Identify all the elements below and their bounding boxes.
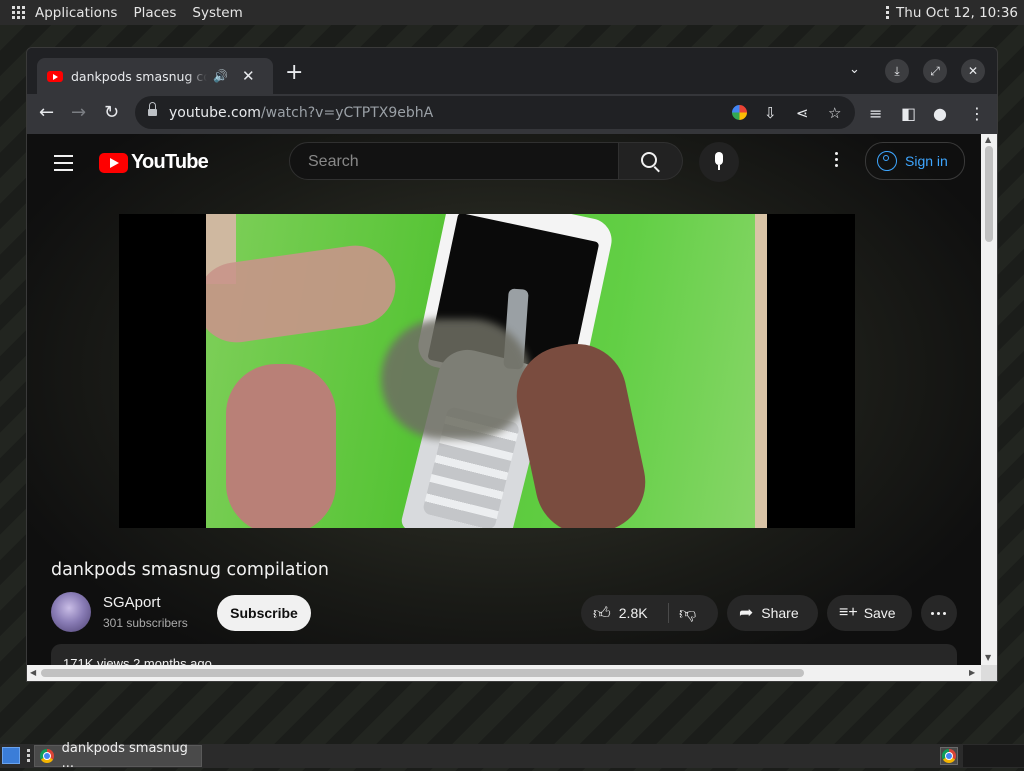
video-title: dankpods smasnug compilation [51,560,329,580]
sign-in-button[interactable]: Sign in [865,142,965,180]
clock-area: Thu Oct 12, 10:36 [886,0,1018,25]
thumbs-down-icon[interactable]: 👎︎ [679,603,696,624]
side-panel-icon[interactable]: ◧ [901,104,916,123]
tab-title: dankpods smasnug compilation - YouTube [71,68,207,84]
vertical-scroll-thumb[interactable] [985,146,993,242]
url-text[interactable]: youtube.com/watch?v=yCTPTX9ebhA [169,105,433,121]
like-divider [668,603,669,623]
tab-close-icon[interactable]: ✕ [242,67,255,85]
workspace-switcher[interactable] [963,745,1024,767]
channel-avatar[interactable] [51,592,91,632]
tray-chrome-launcher[interactable] [940,747,958,765]
panel-menu-icon[interactable] [886,6,890,19]
search-icon [641,152,657,168]
scrollbar-corner [981,665,997,681]
applications-grid-icon[interactable] [12,5,26,20]
bottom-taskbar: dankpods smasnug ... [0,741,1024,771]
video-scene-pole [755,214,767,528]
google-lens-icon[interactable] [732,105,747,120]
browser-window: dankpods smasnug compilation - YouTube 🔊… [26,47,998,682]
search-button[interactable] [619,142,683,180]
description-box[interactable]: 171K views 2 months ago [51,644,957,665]
lock-icon[interactable] [148,102,157,118]
reload-icon[interactable]: ↻ [104,102,119,124]
scroll-left-arrow-icon[interactable]: ◀ [30,668,36,677]
vertical-scrollbar[interactable]: ▲ ▼ [981,134,997,665]
subscriber-count: 301 subscribers [103,616,188,630]
video-player[interactable] [119,214,855,528]
youtube-play-icon [99,152,128,173]
video-scene-hand [226,364,336,528]
menu-applications[interactable]: Applications [35,5,117,21]
close-window-icon[interactable]: ✕ [961,59,985,83]
save-label: Save [863,605,896,621]
microphone-icon [715,152,723,165]
subscribe-button[interactable]: Subscribe [217,595,311,631]
save-button[interactable]: ≡+ Save [827,595,912,631]
url-path: /watch?v=yCTPTX9ebhA [260,104,434,121]
youtube-logo[interactable]: YouTube [99,151,209,174]
more-actions-button[interactable] [921,595,957,631]
new-tab-button[interactable]: + [285,61,303,85]
scroll-right-arrow-icon[interactable]: ▶ [969,668,975,677]
taskbar-window-button[interactable]: dankpods smasnug ... [34,741,202,771]
search-input[interactable] [306,152,600,172]
sign-in-label: Sign in [905,153,948,169]
description-preview: 171K views 2 months ago [63,656,212,665]
video-frame [206,214,767,528]
tab-strip: dankpods smasnug compilation - YouTube 🔊… [27,48,997,94]
share-arrow-icon: ➦ [739,603,754,622]
horizontal-scroll-thumb[interactable] [41,669,804,677]
share-button[interactable]: ➦ Share [727,595,818,631]
youtube-favicon-icon [47,70,63,82]
video-scene-motion-blur [381,319,531,439]
share-label: Share [761,605,799,621]
taskbar-window-label: dankpods smasnug ... [61,741,188,771]
thumbs-up-icon[interactable]: 👍︎ [593,603,611,624]
voice-search-button[interactable] [699,142,739,182]
chrome-icon [40,749,54,763]
channel-name[interactable]: SGAport [103,594,161,611]
menu-system[interactable]: System [192,5,242,21]
share-icon[interactable]: ⋖ [796,104,809,122]
playlist-add-icon: ≡+ [839,604,858,621]
page-viewport: YouTube Sign in dan [27,134,981,665]
like-dislike-group: 👍︎ 2.8K 👎︎ [581,595,718,631]
scroll-up-arrow-icon[interactable]: ▲ [985,135,991,144]
guide-menu-icon[interactable] [54,155,73,176]
user-circle-icon [877,151,897,171]
minimize-icon[interactable]: ⤓ [885,59,909,83]
microphone-stand [718,165,720,170]
maximize-icon[interactable]: ⤢ [923,59,947,83]
url-host: youtube.com [169,104,261,121]
show-desktop-icon[interactable] [2,747,20,764]
browser-toolbar: ← → ↻ youtube.com/watch?v=yCTPTX9ebhA ⇩ … [27,94,997,134]
video-scene-hand [507,334,655,528]
like-count[interactable]: 2.8K [619,605,648,621]
search-box [289,142,619,180]
audio-playing-icon[interactable]: 🔊 [213,69,228,83]
youtube-wordmark: YouTube [131,151,209,173]
tab-youtube[interactable]: dankpods smasnug compilation - YouTube 🔊… [37,58,273,94]
scroll-down-arrow-icon[interactable]: ▼ [985,653,991,662]
media-controls-icon[interactable]: ≡ [869,104,882,123]
back-arrow-icon[interactable]: ← [39,102,54,124]
clock[interactable]: Thu Oct 12, 10:36 [896,5,1018,21]
forward-arrow-icon[interactable]: → [71,102,86,124]
address-bar[interactable]: youtube.com/watch?v=yCTPTX9ebhA ⇩ ⋖ ☆ [135,96,855,129]
tab-search-chevron-icon[interactable]: ⌄ [849,62,860,77]
install-app-icon[interactable]: ⇩ [764,104,777,122]
menu-places[interactable]: Places [133,5,176,21]
bookmark-star-icon[interactable]: ☆ [828,104,841,122]
chrome-menu-icon[interactable]: ⋮ [969,104,985,123]
chrome-icon [942,749,956,763]
taskbar-handle-icon[interactable] [27,749,30,764]
profile-icon[interactable]: ● [933,104,947,123]
settings-more-icon[interactable] [835,152,838,170]
horizontal-scrollbar[interactable]: ◀ ▶ [27,665,981,681]
top-panel: Applications Places System Thu Oct 12, 1… [0,0,1024,25]
